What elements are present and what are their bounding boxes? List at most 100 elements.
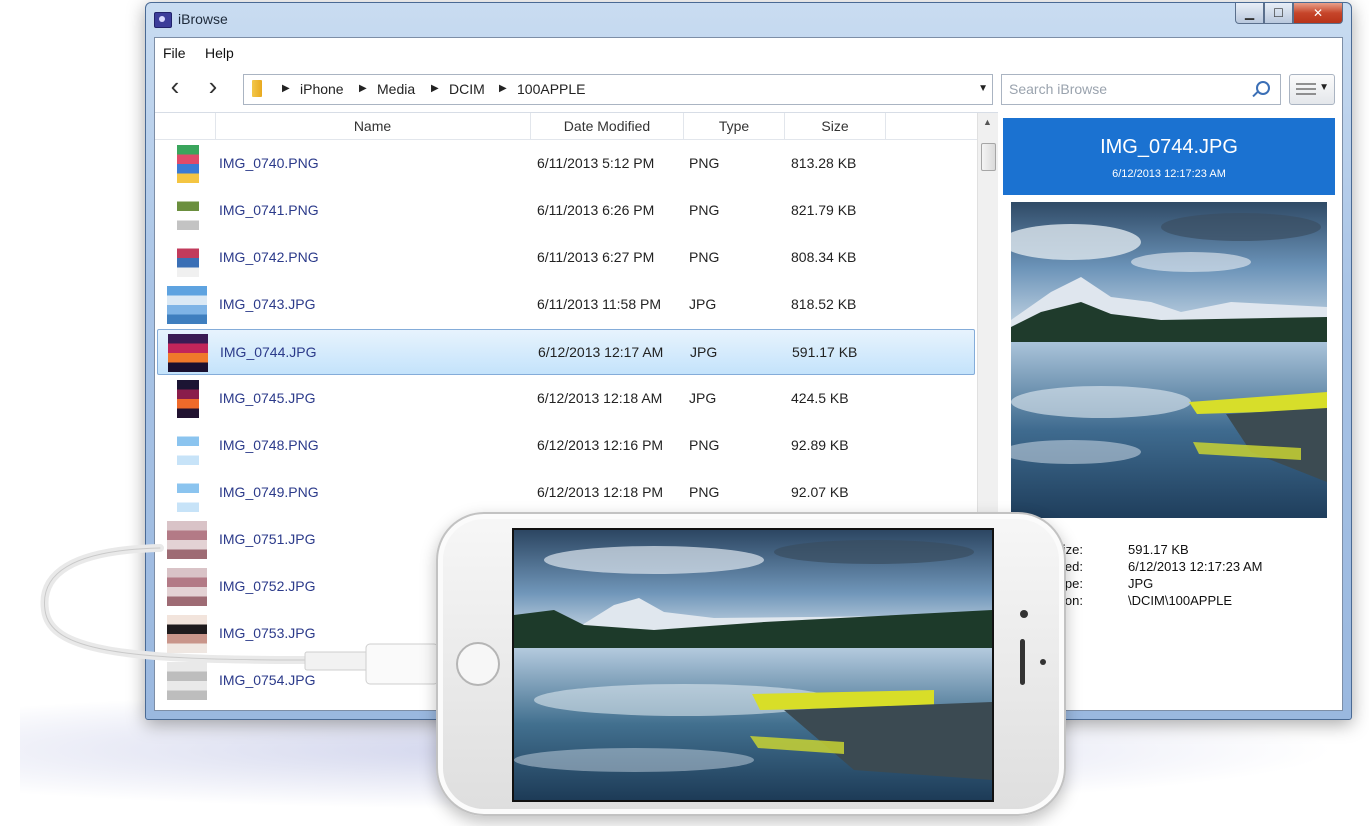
file-row[interactable]: IMG_0742.PNG 6/11/2013 6:27 PM PNG 808.34 K… <box>157 235 975 281</box>
file-name: IMG_0753.JPG <box>219 625 316 641</box>
file-row[interactable]: IMG_0740.PNG 6/11/2013 5:12 PM PNG 813.28 K… <box>157 141 975 187</box>
view-mode-button[interactable]: ▼ <box>1289 74 1335 105</box>
menu-file[interactable]: File <box>163 45 186 61</box>
file-date: 6/12/2013 12:16 PM <box>537 437 664 453</box>
file-name: IMG_0754.JPG <box>219 672 316 688</box>
breadcrumb-iphone[interactable]: iPhone <box>300 81 344 97</box>
menu-help[interactable]: Help <box>205 45 234 61</box>
breadcrumb-100apple[interactable]: 100APPLE <box>517 81 586 97</box>
file-type: PNG <box>689 484 720 500</box>
lake-photo <box>1011 202 1327 518</box>
title-bar[interactable]: iBrowse ▁ ☐ ✕ <box>146 3 1351 37</box>
home-button[interactable] <box>456 642 500 686</box>
file-thumbnail <box>177 427 199 465</box>
breadcrumb-arrow-icon[interactable]: ▶ <box>499 83 507 94</box>
file-name: IMG_0752.JPG <box>219 578 316 594</box>
file-row[interactable]: IMG_0744.JPG 6/12/2013 12:17 AM JPG 591.17 … <box>157 329 975 375</box>
caret-down-icon: ▼ <box>1319 82 1329 93</box>
proximity-sensor <box>1040 659 1046 665</box>
breadcrumb-arrow-icon[interactable]: ▶ <box>282 83 290 94</box>
file-row[interactable]: IMG_0741.PNG 6/11/2013 6:26 PM PNG 821.79 K… <box>157 188 975 234</box>
file-thumbnail <box>167 286 207 324</box>
breadcrumb-dcim[interactable]: DCIM <box>449 81 485 97</box>
file-name: IMG_0744.JPG <box>220 344 317 360</box>
file-thumbnail <box>167 662 207 700</box>
file-name: IMG_0742.PNG <box>219 249 319 265</box>
file-name: IMG_0741.PNG <box>219 202 319 218</box>
menu-bar: File Help <box>155 38 1342 66</box>
file-thumbnail <box>167 521 207 559</box>
file-date: 6/12/2013 12:18 PM <box>537 484 664 500</box>
file-row[interactable]: IMG_0748.PNG 6/12/2013 12:16 PM PNG 92.89 K… <box>157 423 975 469</box>
window-title: iBrowse <box>178 11 228 27</box>
breadcrumb-media[interactable]: Media <box>377 81 415 97</box>
scroll-up-icon[interactable]: ▲ <box>983 117 992 127</box>
file-size: 808.34 KB <box>791 249 857 265</box>
file-thumbnail <box>167 568 207 606</box>
minimize-button[interactable]: ▁ <box>1235 3 1264 24</box>
file-date: 6/12/2013 12:18 AM <box>537 390 663 406</box>
file-type: PNG <box>689 155 720 171</box>
file-type: JPG <box>690 344 718 360</box>
file-thumbnail <box>177 380 199 418</box>
earpiece-speaker <box>1020 639 1025 685</box>
file-row[interactable]: IMG_0743.JPG 6/11/2013 11:58 PM JPG 818.52 … <box>157 282 975 328</box>
file-date: 6/11/2013 6:27 PM <box>537 249 655 265</box>
breadcrumb-arrow-icon[interactable]: ▶ <box>359 83 367 94</box>
file-name: IMG_0743.JPG <box>219 296 316 312</box>
file-name: IMG_0740.PNG <box>219 155 319 171</box>
maximize-button[interactable]: ☐ <box>1264 3 1293 24</box>
minimize-icon: ▁ <box>1244 6 1255 20</box>
column-header-size[interactable]: Size <box>785 113 886 139</box>
preview-image <box>1011 202 1327 518</box>
file-row[interactable]: IMG_0749.PNG 6/12/2013 12:18 PM PNG 92.07 K… <box>157 470 975 516</box>
file-type: JPG <box>689 390 717 406</box>
file-type: PNG <box>689 202 720 218</box>
phone-screen <box>512 528 994 802</box>
file-thumbnail <box>177 192 199 230</box>
back-button[interactable]: ‹ <box>163 73 187 100</box>
file-date: 6/12/2013 12:17 AM <box>538 344 664 360</box>
file-type: PNG <box>689 437 720 453</box>
info-value: JPG <box>1128 576 1154 591</box>
search-box[interactable]: Search iBrowse <box>1001 74 1281 105</box>
file-thumbnail <box>177 239 199 277</box>
navigation-bar: ‹ › ▶ iPhone ▶ Media ▶ DCIM ▶ 100APPLE ▼… <box>155 66 1342 110</box>
file-size: 821.79 KB <box>791 202 857 218</box>
scroll-thumb[interactable] <box>981 143 996 171</box>
file-size: 92.07 KB <box>791 484 849 500</box>
file-row[interactable]: IMG_0745.JPG 6/12/2013 12:18 AM JPG 424.5 K… <box>157 376 975 422</box>
list-view-icon <box>1296 83 1316 95</box>
address-bar[interactable]: ▶ iPhone ▶ Media ▶ DCIM ▶ 100APPLE ▼ <box>243 74 993 105</box>
column-header-thumb <box>155 113 216 139</box>
file-size: 92.89 KB <box>791 437 849 453</box>
column-header-date[interactable]: Date Modified <box>531 113 684 139</box>
phone-lake-photo <box>514 530 992 800</box>
column-header-type[interactable]: Type <box>684 113 785 139</box>
file-size: 424.5 KB <box>791 390 849 406</box>
file-thumbnail <box>168 334 208 372</box>
close-button[interactable]: ✕ <box>1293 3 1343 24</box>
preview-filename: IMG_0744.JPG <box>1100 136 1238 158</box>
info-value: 6/12/2013 12:17:23 AM <box>1128 559 1263 574</box>
chevron-left-icon: ‹ <box>170 71 180 101</box>
file-thumbnail <box>167 615 207 653</box>
file-name: IMG_0745.JPG <box>219 390 316 406</box>
chevron-right-icon: › <box>208 71 218 101</box>
file-name: IMG_0748.PNG <box>219 437 319 453</box>
file-size: 813.28 KB <box>791 155 857 171</box>
address-dropdown-icon[interactable]: ▼ <box>978 83 988 94</box>
column-header-name[interactable]: Name <box>215 113 531 139</box>
file-type: PNG <box>689 249 720 265</box>
file-type: JPG <box>689 296 717 312</box>
breadcrumb-arrow-icon[interactable]: ▶ <box>431 83 439 94</box>
maximize-icon: ☐ <box>1273 6 1284 20</box>
preview-datetime: 6/12/2013 12:17:23 AM <box>1112 168 1226 180</box>
file-size: 818.52 KB <box>791 296 857 312</box>
file-date: 6/11/2013 6:26 PM <box>537 202 655 218</box>
preview-header: IMG_0744.JPG 6/12/2013 12:17:23 AM <box>1003 118 1335 195</box>
search-input[interactable]: Search iBrowse <box>1009 81 1107 97</box>
search-icon[interactable] <box>1256 81 1270 95</box>
close-icon: ✕ <box>1312 6 1324 20</box>
forward-button[interactable]: › <box>201 73 225 100</box>
